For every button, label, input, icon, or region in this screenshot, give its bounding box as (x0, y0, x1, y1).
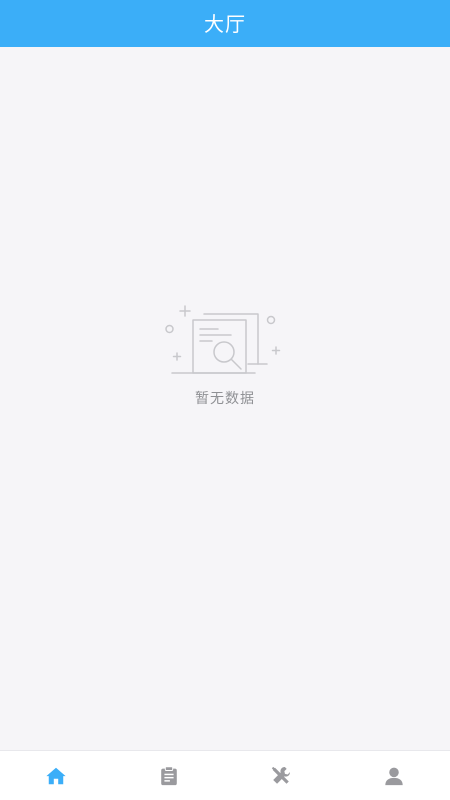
clipboard-icon (160, 765, 177, 785)
tab-orders[interactable] (113, 751, 226, 800)
page-title: 大厅 (204, 11, 246, 36)
tools-icon (272, 766, 291, 784)
home-icon (46, 767, 66, 784)
app-screen: 大厅 暂无数据 (0, 0, 450, 800)
empty-state-message: 暂无数据 (195, 391, 255, 407)
main-content: 暂无数据 (0, 47, 450, 750)
user-icon (385, 767, 403, 785)
empty-document-search-icon (165, 305, 281, 374)
empty-state: 暂无数据 (0, 304, 450, 406)
tab-tools[interactable] (225, 751, 338, 800)
top-header: 大厅 (0, 0, 450, 47)
bottom-tab-bar (0, 750, 450, 800)
tab-profile[interactable] (338, 751, 450, 800)
tab-home[interactable] (0, 751, 113, 800)
